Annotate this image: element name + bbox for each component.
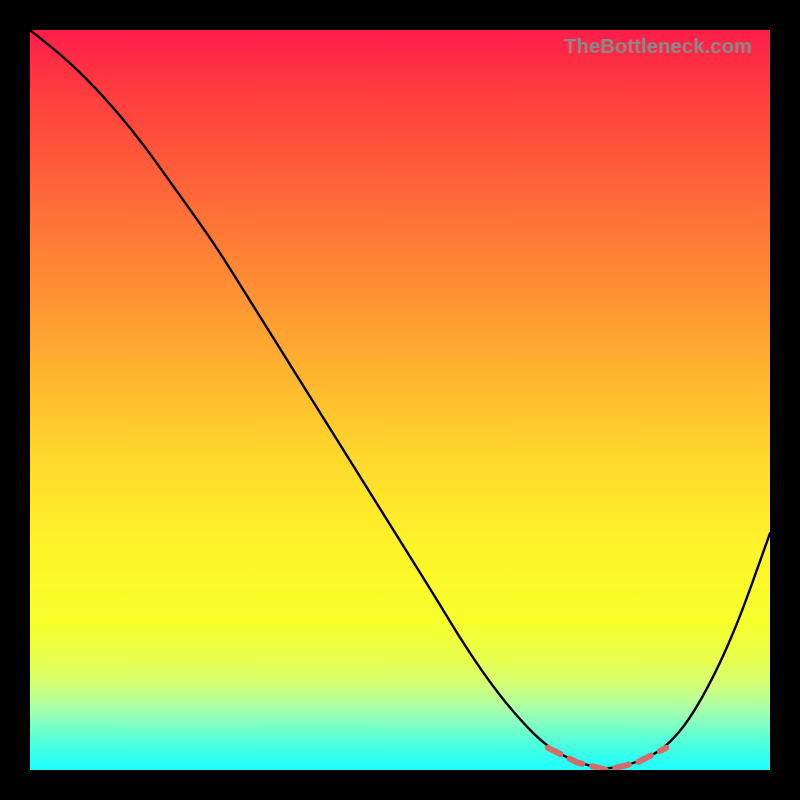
chart-frame: TheBottleneck.com (0, 0, 800, 800)
chart-svg (30, 30, 770, 770)
highlight-segment (548, 748, 666, 770)
bottleneck-curve-line (30, 30, 770, 768)
chart-plot-area: TheBottleneck.com (30, 30, 770, 770)
